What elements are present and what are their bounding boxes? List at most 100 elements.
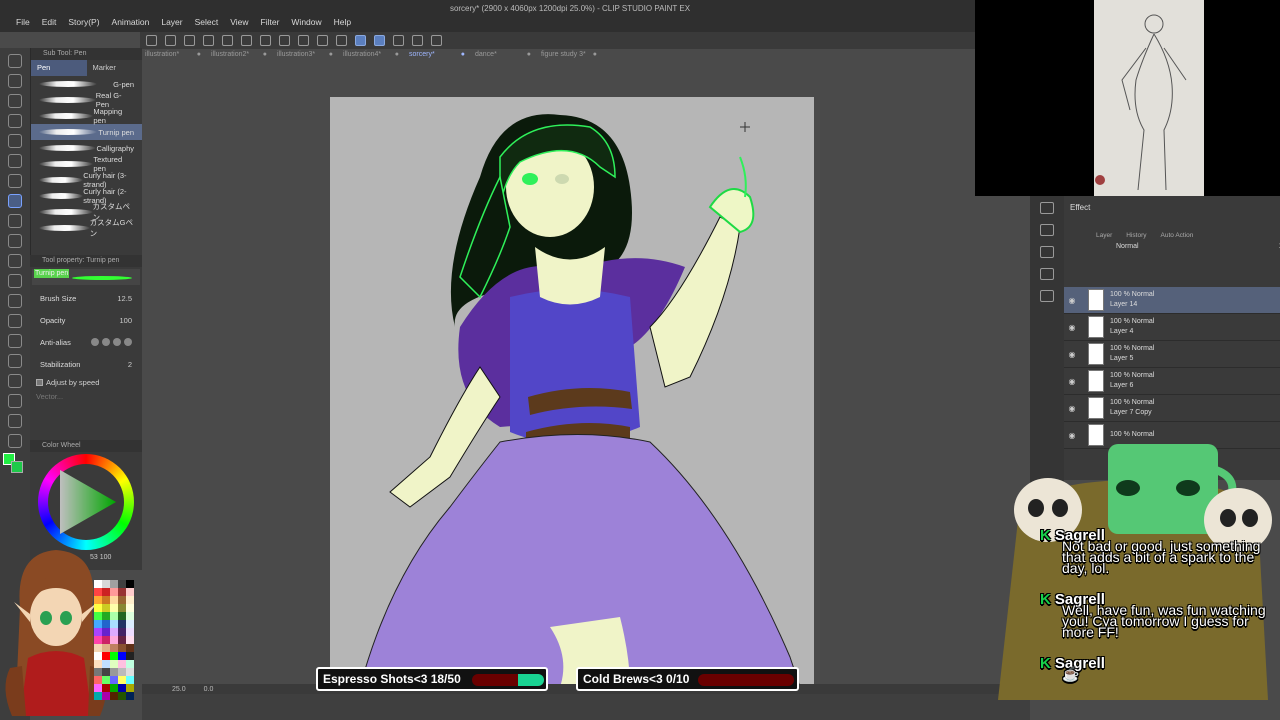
layer-search-icon[interactable]	[1040, 290, 1054, 302]
fill-icon[interactable]	[279, 35, 290, 46]
brush-size-value[interactable]: 12.5	[117, 294, 132, 303]
color-swatch[interactable]	[118, 588, 126, 596]
brush-icon[interactable]	[8, 214, 22, 228]
color-swatch[interactable]	[102, 604, 110, 612]
blend-icon[interactable]	[8, 274, 22, 288]
color-swatch[interactable]	[126, 636, 134, 644]
color-swatch[interactable]	[94, 644, 102, 652]
snap-ruler-icon[interactable]	[355, 35, 366, 46]
color-swatch[interactable]	[110, 668, 118, 676]
adjust-by-speed-checkbox[interactable]: Adjust by speed	[30, 375, 142, 389]
color-swatch[interactable]	[102, 596, 110, 604]
color-swatch[interactable]	[94, 684, 102, 692]
tab-auto-action[interactable]: Auto Action	[1161, 232, 1194, 239]
color-swatch[interactable]	[110, 644, 118, 652]
balloon-icon[interactable]	[8, 414, 22, 428]
color-wheel[interactable]	[38, 454, 134, 550]
color-swatch[interactable]	[94, 604, 102, 612]
color-swatch[interactable]	[126, 684, 134, 692]
canvas-area[interactable]	[142, 64, 1030, 684]
color-swatch[interactable]	[118, 628, 126, 636]
save-icon[interactable]	[203, 35, 214, 46]
tab-illustration[interactable]: illustration* ●	[142, 50, 204, 62]
pen-icon[interactable]	[8, 194, 22, 208]
color-swatch[interactable]	[102, 684, 110, 692]
color-swatch[interactable]	[102, 668, 110, 676]
color-swatch[interactable]	[94, 628, 102, 636]
color-swatch[interactable]	[102, 652, 110, 660]
color-swatch[interactable]	[94, 676, 102, 684]
color-swatch[interactable]	[126, 692, 134, 700]
correct-line-icon[interactable]	[8, 434, 22, 448]
brush-item[interactable]: G-pen	[31, 76, 142, 92]
layer-row[interactable]: ◉ 100 % Normal Layer 5	[1064, 341, 1280, 368]
gradient-icon[interactable]	[8, 314, 22, 328]
close-icon[interactable]: ●	[395, 51, 399, 61]
new-file-icon[interactable]	[165, 35, 176, 46]
zoom-icon[interactable]	[8, 54, 22, 68]
color-swatch[interactable]	[94, 668, 102, 676]
color-swatch[interactable]	[94, 652, 102, 660]
layer-row[interactable]: ◉ 100 % Normal Layer 6	[1064, 368, 1280, 395]
color-swatch[interactable]	[118, 604, 126, 612]
color-swatch[interactable]	[94, 580, 102, 588]
color-swatch[interactable]	[102, 660, 110, 668]
close-icon[interactable]: ●	[527, 51, 531, 61]
color-triangle[interactable]	[56, 470, 116, 534]
tab-layer[interactable]: Layer	[1096, 232, 1112, 239]
color-swatch[interactable]	[94, 660, 102, 668]
color-swatch[interactable]	[102, 676, 110, 684]
fill-bucket-icon[interactable]	[8, 294, 22, 308]
close-icon[interactable]: ●	[593, 51, 597, 61]
pencil-icon[interactable]	[8, 174, 22, 188]
color-swatch[interactable]	[126, 604, 134, 612]
eye-icon[interactable]: ◉	[1064, 377, 1080, 386]
color-swatch[interactable]	[110, 580, 118, 588]
eye-icon[interactable]: ◉	[1064, 323, 1080, 332]
transform-icon[interactable]	[298, 35, 309, 46]
color-swatch[interactable]	[126, 620, 134, 628]
anti-alias-row[interactable]: Anti-alias	[30, 331, 142, 353]
snap-special-ruler-icon[interactable]	[374, 35, 385, 46]
brush-item[interactable]: Calligraphy	[31, 140, 142, 156]
brush-item[interactable]: Curly hair (3-strand)	[31, 171, 142, 189]
lasso-icon[interactable]	[8, 74, 22, 88]
layer-row[interactable]: ◉ 100 % Normal Layer 7 Copy	[1064, 395, 1280, 422]
menu-animation[interactable]: Animation	[106, 17, 156, 27]
color-swatch[interactable]	[118, 580, 126, 588]
color-swatch[interactable]	[110, 628, 118, 636]
opacity-row[interactable]: Opacity 100	[30, 309, 142, 331]
menu-file[interactable]: File	[10, 17, 36, 27]
tab-figure-study-3[interactable]: figure study 3* ●	[538, 50, 600, 62]
close-icon[interactable]: ●	[461, 51, 465, 61]
color-swatch[interactable]	[94, 692, 102, 700]
color-swatch[interactable]	[94, 596, 102, 604]
opacity-value[interactable]: 100	[119, 316, 132, 325]
color-swatch[interactable]	[118, 644, 126, 652]
menu-edit[interactable]: Edit	[36, 17, 63, 27]
magic-wand-icon[interactable]	[8, 94, 22, 108]
tab-illustration3[interactable]: illustration3* ●	[274, 50, 336, 62]
color-swatch[interactable]	[110, 660, 118, 668]
navigator-icon[interactable]	[1040, 246, 1054, 258]
tab-marker[interactable]: Marker	[87, 60, 143, 76]
color-swatch[interactable]	[126, 668, 134, 676]
color-swatch[interactable]	[110, 652, 118, 660]
menu-help[interactable]: Help	[328, 17, 357, 27]
tab-pen[interactable]: Pen	[31, 60, 87, 76]
tab-sorcery[interactable]: sorcery* ●	[406, 50, 468, 62]
layer-property-icon[interactable]	[1040, 202, 1054, 214]
color-swatch[interactable]	[110, 620, 118, 628]
color-swatch[interactable]	[94, 612, 102, 620]
color-swatch[interactable]	[118, 620, 126, 628]
color-swatch[interactable]	[126, 676, 134, 684]
open-file-icon[interactable]	[184, 35, 195, 46]
color-swatch[interactable]	[118, 660, 126, 668]
close-icon[interactable]: ●	[263, 51, 267, 61]
menu-window[interactable]: Window	[285, 17, 327, 27]
clear-icon[interactable]	[260, 35, 271, 46]
color-swatch[interactable]	[94, 588, 102, 596]
color-swatch[interactable]	[110, 588, 118, 596]
color-swatch[interactable]	[118, 612, 126, 620]
menu-story[interactable]: Story(P)	[62, 17, 105, 27]
